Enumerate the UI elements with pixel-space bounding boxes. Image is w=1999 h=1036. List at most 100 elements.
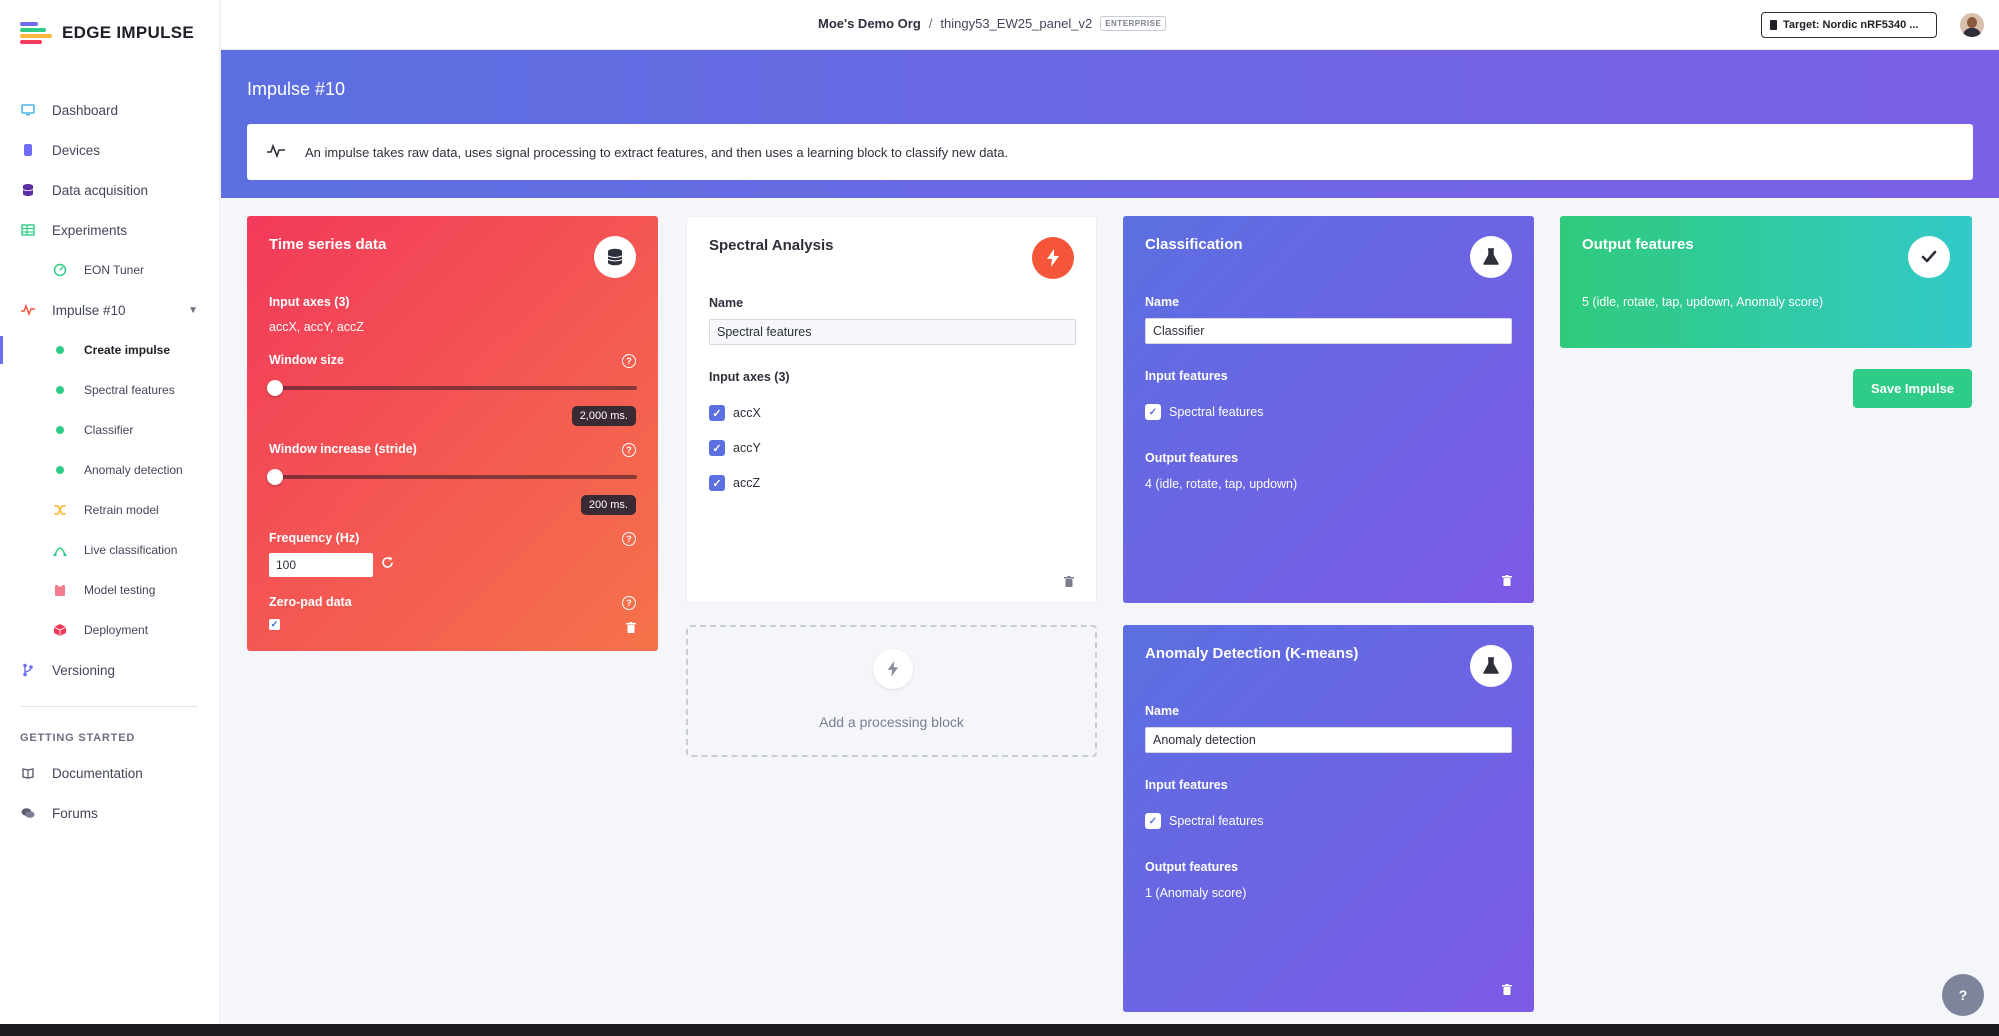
enterprise-badge: ENTERPRISE [1100,16,1167,31]
sidebar-item-retrain-model[interactable]: Retrain model [0,490,220,530]
help-button[interactable]: ? [1942,974,1984,1016]
help-icon[interactable]: ? [622,596,636,610]
sidebar: EDGE IMPULSE Dashboard Devices Data acqu… [0,0,220,1036]
name-label: Name [1145,704,1180,718]
app-name: EDGE IMPULSE [62,23,195,42]
window-increase-value: 200 ms. [580,495,636,515]
sidebar-item-label: Create impulse [84,343,171,357]
sidebar-item-classifier[interactable]: Classifier [0,410,220,450]
spectral-name-input[interactable]: Spectral features [709,319,1076,345]
checkmark-icon [1908,236,1950,278]
trash-icon[interactable] [1502,575,1512,589]
sidebar-item-label: Forums [52,805,98,821]
sidebar-item-documentation[interactable]: Documentation [0,753,220,793]
help-icon[interactable]: ? [622,532,636,546]
help-icon[interactable]: ? [622,354,636,368]
input-axes-label: Input axes (3) [269,295,350,309]
window-size-label: Window size [269,353,344,367]
name-label: Name [709,296,744,310]
sidebar-item-eon-tuner[interactable]: EON Tuner [0,250,220,290]
sidebar-item-dashboard[interactable]: Dashboard [0,90,220,130]
sidebar-item-anomaly-detection[interactable]: Anomaly detection [0,450,220,490]
chip-icon [1770,20,1777,30]
device-icon [20,142,36,158]
sidebar-item-label: Live classification [84,543,178,557]
sidebar-item-label: Classifier [84,423,134,437]
classifier-name-input[interactable]: Classifier [1145,318,1512,344]
sidebar-nav: Dashboard Devices Data acquisition Exper… [0,90,220,833]
axis-checkbox-accx[interactable]: ✓ [709,405,725,421]
sidebar-item-spectral-features[interactable]: Spectral features [0,370,220,410]
frequency-input[interactable]: 100 [269,553,373,577]
breadcrumb: Moe's Demo Org / thingy53_EW25_panel_v2 … [818,16,1167,31]
flask-icon [1470,645,1512,687]
chevron-down-icon[interactable]: ▼ [188,305,198,316]
info-banner: An impulse takes raw data, uses signal p… [247,124,1973,180]
window-bottom-edge [0,1024,1999,1036]
zero-pad-checkbox[interactable]: ✓ [269,619,280,630]
breadcrumb-separator: / [928,16,933,31]
target-device-label: Target: Nordic nRF5340 ... [1783,19,1919,31]
sidebar-item-model-testing[interactable]: Model testing [0,570,220,610]
pulse-icon [267,143,289,161]
anomaly-name-input[interactable]: Anomaly detection [1145,727,1512,753]
input-feature-checkbox[interactable]: ✓ [1145,404,1161,420]
sidebar-item-create-impulse[interactable]: Create impulse [0,330,220,370]
card-title: Spectral Analysis [709,237,834,254]
slider-thumb[interactable] [267,469,283,485]
sidebar-item-label: Devices [52,142,101,158]
anomaly-detection-card: Anomaly Detection (K-means) Name Anomaly… [1123,625,1534,1012]
target-device-button[interactable]: Target: Nordic nRF5340 ... [1761,12,1937,38]
sidebar-item-data-acquisition[interactable]: Data acquisition [0,170,220,210]
sidebar-item-live-classification[interactable]: Live classification [0,530,220,570]
help-icon[interactable]: ? [622,443,636,457]
add-processing-block-button[interactable]: Add a processing block [686,625,1097,757]
monitor-icon [20,102,36,118]
sidebar-item-label: Data acquisition [52,182,149,198]
sidebar-item-devices[interactable]: Devices [0,130,220,170]
shuffle-icon [52,502,68,518]
output-features-label: Output features [1145,860,1239,874]
axis-checkbox-accz[interactable]: ✓ [709,475,725,491]
sidebar-item-label: Model testing [84,583,156,597]
breadcrumb-org[interactable]: Moe's Demo Org [818,16,921,31]
sidebar-item-label: Anomaly detection [84,463,183,477]
package-icon [52,622,68,638]
avatar[interactable] [1960,13,1984,37]
sidebar-item-label: Experiments [52,222,128,238]
status-dot [56,386,64,394]
status-dot [56,346,64,354]
input-features-label: Input features [1145,369,1228,383]
clipboard-icon [52,582,68,598]
trash-icon[interactable] [1064,576,1074,590]
sidebar-item-deployment[interactable]: Deployment [0,610,220,650]
sidebar-item-versioning[interactable]: Versioning [0,650,220,690]
axis-checkbox-accy[interactable]: ✓ [709,440,725,456]
input-feature-checkbox[interactable]: ✓ [1145,813,1161,829]
card-title: Anomaly Detection (K-means) [1145,645,1359,662]
trash-icon[interactable] [1502,984,1512,998]
sidebar-item-experiments[interactable]: Experiments [0,210,220,250]
input-axes-value: accX, accY, accZ [269,320,364,334]
sidebar-item-label: EON Tuner [84,263,145,277]
sidebar-item-impulse[interactable]: Impulse #10 ▼ [0,290,220,330]
refresh-icon[interactable] [381,556,394,572]
axis-label: accZ [733,476,761,490]
window-increase-slider[interactable] [267,469,637,485]
flask-icon [1470,236,1512,278]
save-impulse-button[interactable]: Save Impulse [1853,369,1972,408]
breadcrumb-project[interactable]: thingy53_EW25_panel_v2 [940,16,1092,31]
sidebar-item-label: Versioning [52,662,116,678]
trash-icon[interactable] [626,622,636,636]
input-feature-label: Spectral features [1169,814,1264,828]
sidebar-item-label: Documentation [52,765,143,781]
input-features-label: Input features [1145,778,1228,792]
logo[interactable]: EDGE IMPULSE [20,22,194,44]
output-features-value: 4 (idle, rotate, tap, updown) [1145,477,1298,491]
slider-thumb[interactable] [267,380,283,396]
window-size-slider[interactable] [267,380,637,396]
status-dot [56,466,64,474]
sidebar-item-forums[interactable]: Forums [0,793,220,833]
sidebar-item-label: Spectral features [84,383,175,397]
edge-impulse-logo-icon [20,22,52,44]
